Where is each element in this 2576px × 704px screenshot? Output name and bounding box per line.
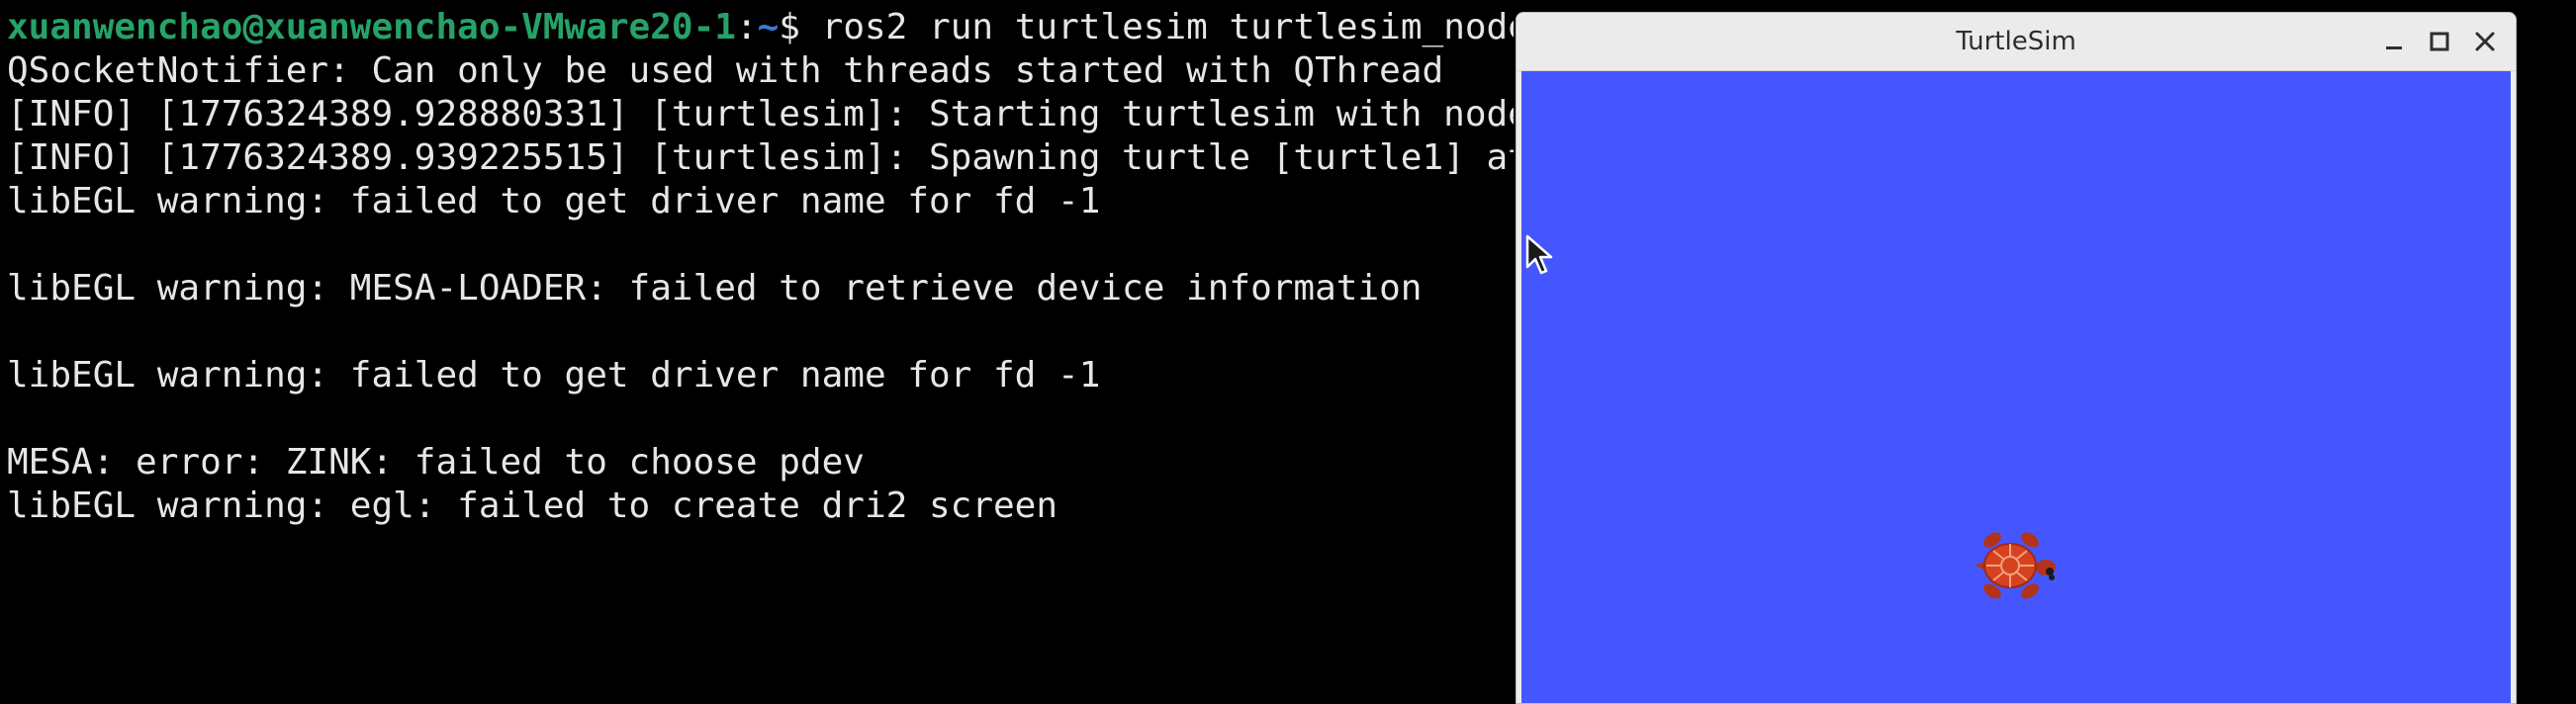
maximize-icon [2430, 32, 2449, 51]
close-icon [2475, 32, 2495, 51]
window-titlebar[interactable]: TurtleSim [1517, 13, 2516, 71]
terminal-output-line: QSocketNotifier: Can only be used with t… [7, 50, 1444, 91]
terminal-output-line: libEGL warning: egl: failed to create dr… [7, 485, 1058, 526]
terminal-output-line: [INFO] [1776324389.928880331] [turtlesim… [7, 94, 1514, 134]
turtlesim-canvas[interactable] [1521, 71, 2511, 703]
terminal-output-line: libEGL warning: failed to get driver nam… [7, 181, 1101, 221]
turtle-icon [1975, 532, 2056, 599]
prompt-symbol: $ [779, 7, 822, 47]
turtlesim-window[interactable]: TurtleSim [1516, 12, 2517, 704]
maximize-button[interactable] [2423, 25, 2456, 58]
prompt-separator: : [735, 7, 758, 47]
terminal-output-line: [INFO] [1776324389.939225515] [turtlesim… [7, 137, 1514, 178]
terminal-output-line: libEGL warning: failed to get driver nam… [7, 355, 1101, 396]
window-title: TurtleSim [1956, 27, 2076, 56]
prompt-command: ros2 run turtlesim turtlesim_node [821, 7, 1514, 47]
close-button[interactable] [2468, 25, 2502, 58]
terminal-output-line: MESA: error: ZINK: failed to choose pdev [7, 442, 865, 483]
minimize-icon [2386, 46, 2402, 49]
minimize-button[interactable] [2377, 25, 2411, 58]
prompt-user-host: xuanwenchao@xuanwenchao-VMware20-1 [7, 7, 736, 47]
terminal-prompt-line: xuanwenchao@xuanwenchao-VMware20-1:~$ ro… [7, 6, 1514, 49]
terminal-output-line: libEGL warning: MESA-LOADER: failed to r… [7, 268, 1423, 308]
mouse-cursor-icon [1525, 234, 1553, 275]
terminal-window[interactable]: xuanwenchao@xuanwenchao-VMware20-1:~$ ro… [0, 0, 1514, 694]
prompt-path: ~ [757, 7, 780, 47]
